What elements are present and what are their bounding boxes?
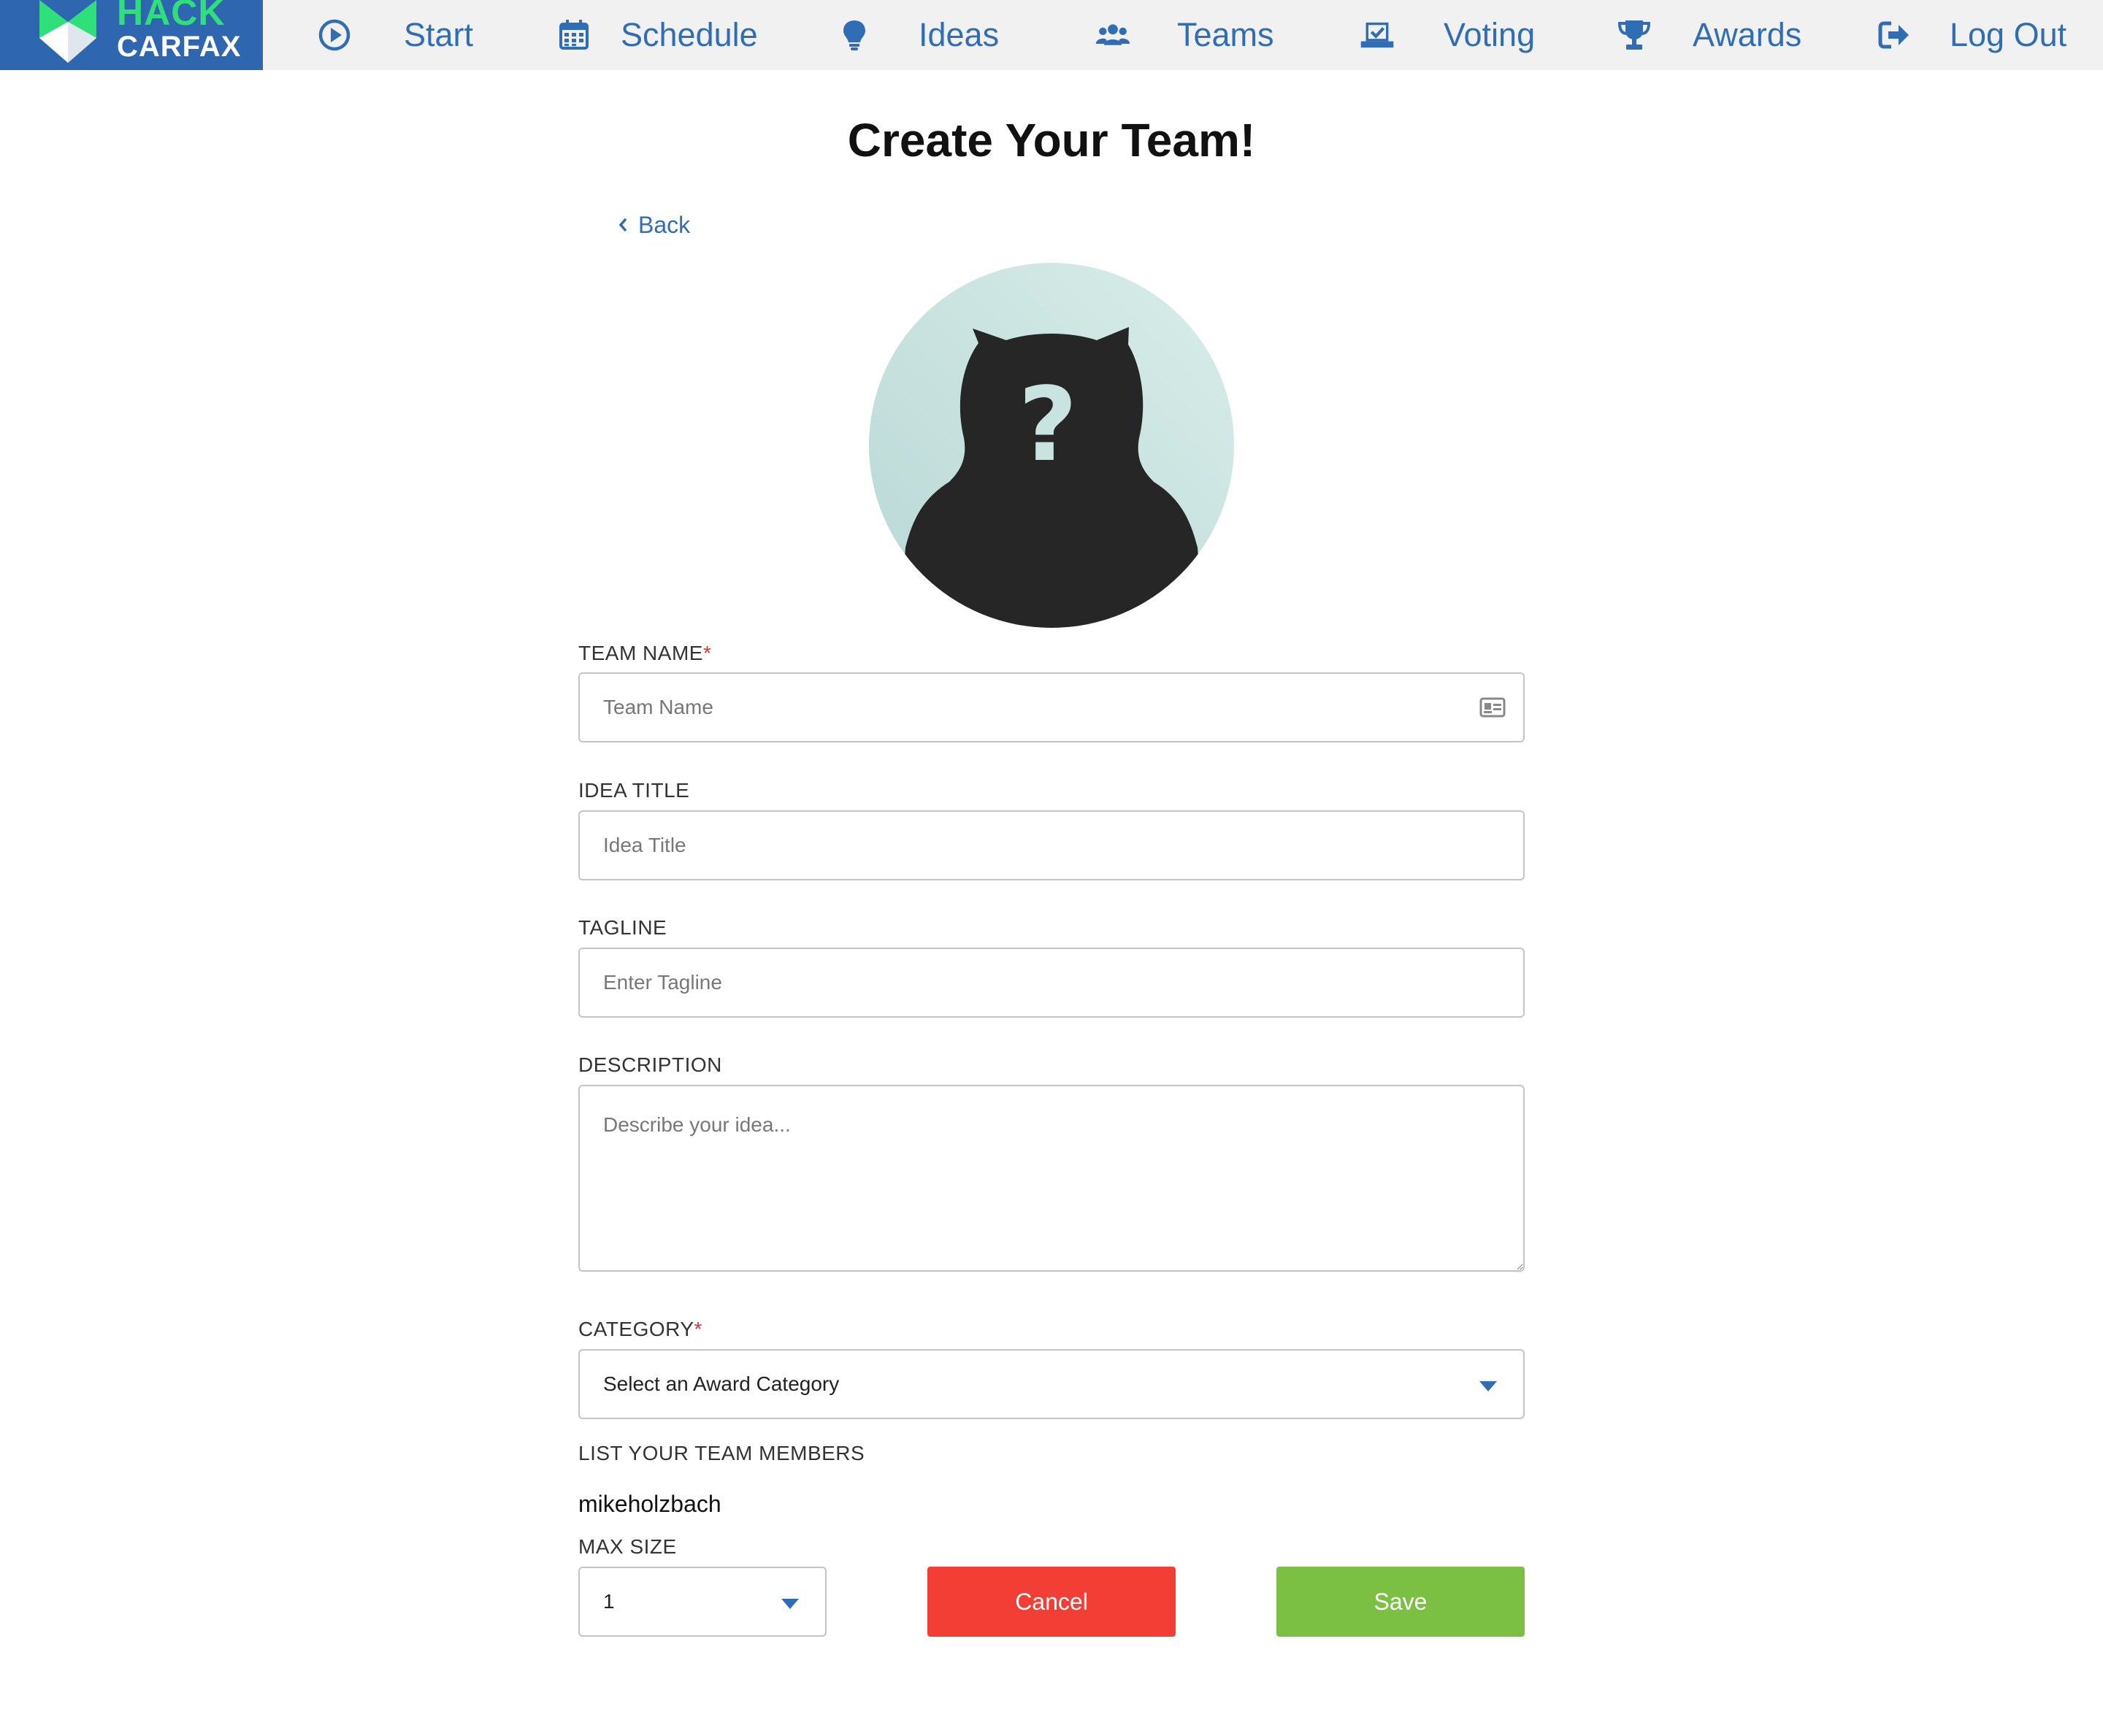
calendar-icon [559, 20, 589, 50]
max-size-label: MAX SIZE [578, 1535, 677, 1558]
max-size-selected-value: 1 [603, 1590, 615, 1613]
fox-logo-icon [39, 0, 96, 63]
team-name-input[interactable] [578, 672, 1525, 742]
play-circle-icon [318, 19, 350, 51]
team-name-label-text: TEAM NAME [578, 642, 703, 664]
team-avatar[interactable]: ? [869, 263, 1234, 628]
idea-title-input[interactable] [578, 810, 1525, 880]
idea-title-label: IDEA TITLE [578, 779, 690, 802]
team-name-label: TEAM NAME* [578, 641, 711, 666]
chevron-left-icon [618, 218, 627, 232]
id-card-icon [1479, 697, 1506, 718]
nav-voting-label: Voting [1444, 16, 1536, 53]
top-navbar: HACK CARFAX Start Schedule Ideas Teams V… [0, 0, 2103, 70]
tagline-label: TAGLINE [578, 916, 667, 939]
category-label-text: CATEGORY [578, 1318, 694, 1340]
team-members-label: LIST YOUR TEAM MEMBERS [578, 1442, 865, 1464]
category-label: CATEGORY* [578, 1317, 702, 1342]
brand-line-2: CARFAX [117, 31, 242, 63]
back-link[interactable]: Back [618, 210, 690, 239]
description-textarea[interactable] [578, 1085, 1525, 1272]
max-size-select[interactable]: 1 [578, 1567, 827, 1637]
nav-awards-label: Awards [1693, 16, 1802, 53]
avatar-question-mark: ? [1018, 366, 1077, 485]
caret-down-icon [1479, 1381, 1497, 1391]
required-mark: * [694, 1318, 702, 1340]
tagline-input[interactable] [578, 948, 1525, 1018]
category-selected-value: Select an Award Category [603, 1372, 840, 1395]
hack-carfax-logo[interactable]: HACK CARFAX [0, 0, 263, 70]
description-label: DESCRIPTION [578, 1053, 722, 1076]
category-select[interactable]: Select an Award Category [578, 1349, 1525, 1419]
trophy-icon [1617, 20, 1651, 50]
vote-box-icon [1360, 22, 1394, 48]
back-label: Back [638, 212, 691, 238]
nav-schedule-label: Schedule [621, 16, 758, 53]
caret-down-icon [781, 1599, 799, 1609]
required-mark: * [702, 642, 712, 664]
cancel-button[interactable]: Cancel [927, 1567, 1176, 1637]
page-title: Create Your Team! [847, 114, 1256, 166]
save-button[interactable]: Save [1276, 1567, 1525, 1637]
nav-ideas-label: Ideas [919, 16, 1000, 53]
users-icon [1095, 24, 1130, 45]
nav-teams-label: Teams [1177, 16, 1274, 53]
sign-out-icon [1878, 21, 1909, 49]
brand-line-1: HACK [117, 0, 226, 33]
lightbulb-icon [843, 20, 865, 50]
nav-start-label: Start [404, 16, 474, 53]
team-member-name: mikeholzbach [578, 1491, 721, 1517]
nav-log-out-label: Log Out [1950, 16, 2067, 53]
